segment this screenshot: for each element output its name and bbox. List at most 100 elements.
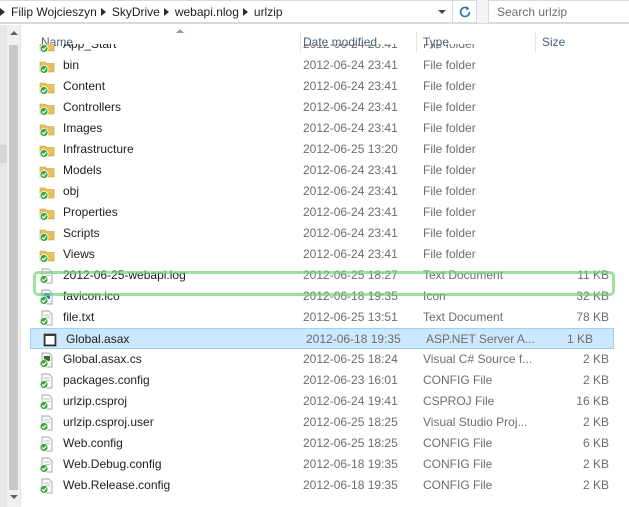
file-icon	[39, 163, 55, 179]
folder-sync-icon	[39, 145, 55, 158]
file-row[interactable]: Global.asax 2012-06-18 19:35 ASP.NET Serve…	[30, 328, 614, 349]
file-type: File folder	[423, 44, 476, 51]
file-type: CONFIG File	[423, 436, 493, 450]
file-name: obj	[63, 184, 80, 198]
chevron-right-icon[interactable]	[163, 7, 169, 16]
file-row[interactable]: Models 2012-06-24 23:41 File folder	[28, 160, 629, 181]
file-row[interactable]: Web.Debug.config 2012-06-18 19:35 CONFIG F…	[28, 454, 629, 475]
scroll-down-arrow-icon[interactable]	[10, 495, 18, 499]
file-name: favicon.ico	[63, 289, 120, 303]
file-date-modified: 2012-06-24 23:41	[303, 79, 398, 93]
file-icon	[39, 44, 55, 53]
user-file-sync-icon	[39, 415, 53, 431]
file-row[interactable]: obj 2012-06-24 23:41 File folder	[28, 181, 629, 202]
folder-sync-icon	[39, 103, 55, 116]
file-type: CONFIG File	[423, 457, 493, 471]
file-icon	[39, 58, 55, 74]
file-date-modified: 2012-06-18 19:35	[303, 478, 398, 492]
vertical-scrollbar[interactable]	[7, 25, 21, 507]
file-size: 2 KB	[582, 373, 609, 387]
file-row[interactable]: urlzip.csproj.user 2012-06-25 18:25 Visual…	[28, 412, 629, 433]
file-row[interactable]: file.txt 2012-06-25 13:51 Text Document 78 …	[28, 307, 629, 328]
breadcrumb: Filip Wojcieszyn SkyDrive webapi.nlog ur…	[0, 1, 283, 22]
file-row[interactable]: Scripts 2012-06-24 23:41 File folder	[28, 223, 629, 244]
file-row[interactable]: App_Start 2012-06-24 23:41 File folder	[28, 44, 629, 55]
file-row[interactable]: Global.asax.cs 2012-06-25 18:24 Visual C# …	[28, 349, 629, 370]
file-size: 1 KB	[566, 332, 593, 346]
file-row[interactable]: Controllers 2012-06-24 23:41 File folder	[28, 97, 629, 118]
chevron-right-icon[interactable]	[242, 7, 248, 16]
file-type: Text Document	[423, 310, 504, 324]
file-name: Scripts	[63, 226, 100, 240]
breadcrumb-item-urlzip[interactable]: urlzip	[254, 5, 283, 19]
asax-file-icon	[43, 333, 57, 347]
file-row[interactable]: Properties 2012-06-24 23:41 File folder	[28, 202, 629, 223]
file-icon	[39, 352, 55, 368]
text-file-sync-icon	[39, 310, 53, 326]
file-date-modified: 2012-06-24 19:41	[303, 394, 398, 408]
refresh-button[interactable]	[453, 0, 477, 23]
file-list: App_Start 2012-06-24 23:41 File folder bin 2…	[28, 44, 629, 507]
file-type: File folder	[423, 58, 476, 72]
folder-sync-icon	[39, 229, 55, 242]
search-box[interactable]	[488, 0, 629, 23]
folder-sync-icon	[39, 82, 55, 95]
config-file-sync-icon	[39, 457, 53, 473]
file-name: Infrastructure	[63, 142, 134, 156]
file-name: Controllers	[63, 100, 122, 114]
refresh-icon	[459, 5, 470, 17]
file-date-modified: 2012-06-18 19:35	[303, 289, 398, 303]
file-size: 78 KB	[576, 310, 609, 324]
folder-sync-icon	[39, 166, 55, 179]
cs-file-sync-icon	[39, 352, 53, 368]
file-row[interactable]: Web.config 2012-06-25 18:25 CONFIG File 6 K…	[28, 433, 629, 454]
file-row[interactable]: urlzip.csproj 2012-06-24 19:41 CSPROJ File…	[28, 391, 629, 412]
file-row[interactable]: Images 2012-06-24 23:41 File folder	[28, 118, 629, 139]
address-history-dropdown-button[interactable]	[433, 3, 451, 21]
file-date-modified: 2012-06-25 13:20	[303, 142, 398, 156]
file-size: 11 KB	[577, 268, 609, 282]
file-row[interactable]: packages.config 2012-06-23 16:01 CONFIG Fi…	[28, 370, 629, 391]
file-icon	[39, 415, 55, 431]
file-name: App_Start	[63, 44, 117, 51]
folder-sync-icon	[39, 208, 55, 221]
file-type: CONFIG File	[423, 478, 493, 492]
scrollbar-thumb[interactable]	[9, 45, 18, 490]
chevron-right-icon[interactable]	[0, 7, 5, 16]
breadcrumb-item-skydrive[interactable]: SkyDrive	[112, 5, 160, 19]
file-type: Icon	[423, 289, 446, 303]
chevron-right-icon[interactable]	[100, 7, 106, 16]
file-row[interactable]: 2012-06-25-webapi.log 2012-06-25 18:27 Tex…	[28, 265, 629, 286]
ico-file-sync-icon	[39, 289, 53, 305]
file-row[interactable]: Infrastructure 2012-06-25 13:20 File folde…	[28, 139, 629, 160]
file-row[interactable]: bin 2012-06-24 23:41 File folder	[28, 55, 629, 76]
file-name: Properties	[63, 205, 118, 219]
file-row[interactable]: Web.Release.config 2012-06-18 19:35 CONFIG…	[28, 475, 629, 496]
breadcrumb-item-webapi-nlog[interactable]: webapi.nlog	[175, 5, 239, 19]
file-name: Models	[63, 163, 102, 177]
file-row[interactable]: Views 2012-06-24 23:41 File folder	[28, 244, 629, 265]
file-type: File folder	[423, 226, 476, 240]
file-icon	[42, 332, 58, 348]
search-input[interactable]	[489, 1, 619, 22]
file-icon	[39, 478, 55, 494]
file-date-modified: 2012-06-25 18:25	[303, 436, 398, 450]
file-name: Web.Debug.config	[63, 457, 162, 471]
file-type: ASP.NET Server A...	[426, 332, 535, 346]
file-size: 6 KB	[582, 436, 609, 450]
file-row[interactable]: Content 2012-06-24 23:41 File folder	[28, 76, 629, 97]
file-name: Content	[63, 79, 106, 93]
file-name: Views	[63, 247, 95, 261]
file-icon	[39, 79, 55, 95]
file-date-modified: 2012-06-25 18:25	[303, 415, 398, 429]
file-name: packages.config	[63, 373, 150, 387]
address-bar[interactable]: Filip Wojcieszyn SkyDrive webapi.nlog ur…	[0, 0, 453, 23]
file-size: 32 KB	[576, 289, 609, 303]
breadcrumb-item-user[interactable]: Filip Wojcieszyn	[11, 5, 97, 19]
file-date-modified: 2012-06-18 19:35	[303, 457, 398, 471]
folder-sync-icon	[39, 124, 55, 137]
file-row[interactable]: favicon.ico 2012-06-18 19:35 Icon 32 KB	[28, 286, 629, 307]
file-date-modified: 2012-06-24 23:41	[303, 205, 398, 219]
file-size: 2 KB	[582, 352, 609, 366]
scroll-up-arrow-icon[interactable]	[10, 31, 18, 35]
